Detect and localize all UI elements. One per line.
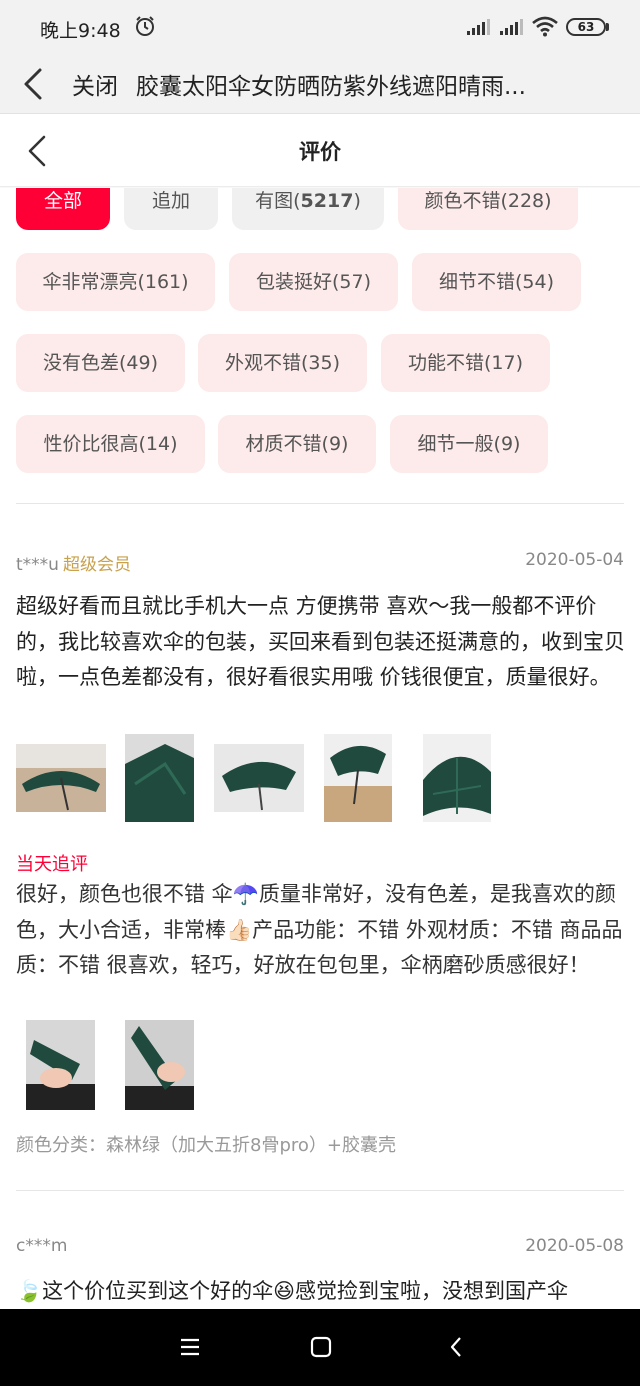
umbrella-photo-4[interactable] [324, 734, 392, 822]
tag-label: 没有色差(49) [42, 352, 158, 374]
tag-suffix: ) [353, 190, 361, 212]
tag-detail-average[interactable]: 细节一般(9) [390, 415, 548, 473]
battery-level: 63 [577, 20, 595, 34]
spec: 颜色分类：森林绿（加大五折8骨pro）+胶囊壳 [16, 1135, 396, 1156]
tag-good-look[interactable]: 外观不错(35) [198, 334, 367, 392]
tag-all[interactable]: 全部 [16, 188, 110, 230]
followup-text: 很好，颜色也很不错 伞☂️质量非常好，没有色差，是我喜欢的颜色，大小合适，非常棒… [16, 882, 623, 977]
review-text: 超级好看而且就比手机大一点 方便携带 喜欢～我一般都不评价的，我比较喜欢伞的包装… [16, 594, 625, 689]
page-header: 评价 [0, 115, 640, 187]
battery-icon: 63 [566, 18, 606, 36]
review-list[interactable]: 全部 追加 有图(5217) 颜色不错(228) 伞非常漂亮(161) 包装挺好… [0, 188, 640, 1309]
tag-label: 颜色不错(228) [424, 190, 552, 212]
tag-no-color-diff[interactable]: 没有色差(49) [16, 334, 185, 392]
umbrella-photo-1[interactable] [16, 744, 106, 812]
tag-label: 细节不错(54) [438, 271, 554, 293]
page-title: 评价 [299, 140, 341, 164]
tag-with-photos[interactable]: 有图(5217) [232, 188, 384, 230]
tag-label: 伞非常漂亮(161) [42, 271, 189, 293]
divider [16, 503, 624, 504]
browser-bar: 关闭 胶囊太阳伞女防晒防紫外线遮阳晴雨... [0, 56, 640, 114]
tag-label: 外观不错(35) [224, 352, 340, 374]
signal-icon [500, 19, 523, 35]
review-date: 2020-05-08 [525, 1236, 624, 1256]
status-bar: 晚上9:48 63 [0, 0, 640, 56]
close-button[interactable]: 关闭 [72, 67, 118, 101]
status-time: 晚上9:48 [40, 20, 121, 42]
divider [16, 1190, 624, 1191]
tag-value[interactable]: 性价比很高(14) [16, 415, 205, 473]
home-icon[interactable] [310, 1336, 332, 1358]
tag-beautiful[interactable]: 伞非常漂亮(161) [16, 253, 215, 311]
signal-icon [467, 19, 490, 35]
tag-good-detail[interactable]: 细节不错(54) [412, 253, 581, 311]
tag-label: 全部 [43, 190, 82, 212]
tag-count: 5217 [300, 190, 354, 212]
tag-label: 材质不错(9) [245, 433, 349, 455]
username: t***u [16, 555, 59, 575]
umbrella-photo-5[interactable] [423, 734, 491, 822]
browser-title: 胶囊太阳伞女防晒防紫外线遮阳晴雨... [136, 74, 526, 100]
followup-label: 当天追评 [16, 854, 88, 875]
tag-good-material[interactable]: 材质不错(9) [218, 415, 376, 473]
username: c***m [16, 1236, 68, 1256]
tag-good-color[interactable]: 颜色不错(228) [398, 188, 578, 230]
member-badge: 超级会员 [62, 555, 131, 575]
folded-umbrella-photo-1[interactable] [26, 1020, 95, 1110]
umbrella-photo-2[interactable] [125, 734, 194, 822]
review-user: t***u 超级会员 [16, 550, 131, 575]
review-user: c***m [16, 1236, 67, 1256]
alarm-icon [136, 16, 154, 36]
back-icon[interactable] [18, 64, 52, 104]
battery-tip [606, 23, 609, 31]
wifi-icon [532, 16, 558, 37]
review-date: 2020-05-04 [525, 550, 624, 570]
tag-label: 功能不错(17) [407, 352, 523, 374]
tag-label: 有图( [255, 190, 301, 212]
folded-umbrella-photo-2[interactable] [125, 1020, 194, 1110]
umbrella-photo-3[interactable] [214, 744, 304, 812]
back-icon[interactable] [448, 1335, 464, 1359]
tag-label: 追加 [151, 190, 190, 212]
nav-bar [0, 1309, 640, 1386]
tag-label: 性价比很高(14) [43, 433, 178, 455]
tag-label: 包装挺好(57) [255, 271, 371, 293]
tag-good-function[interactable]: 功能不错(17) [381, 334, 550, 392]
tag-good-package[interactable]: 包装挺好(57) [229, 253, 398, 311]
menu-icon[interactable] [178, 1335, 202, 1359]
tag-label: 细节一般(9) [417, 433, 521, 455]
review-text: 🍃这个价位买到这个好的伞😆感觉捡到宝啦，没想到国产伞 [16, 1279, 569, 1303]
tag-followup[interactable]: 追加 [124, 188, 218, 230]
